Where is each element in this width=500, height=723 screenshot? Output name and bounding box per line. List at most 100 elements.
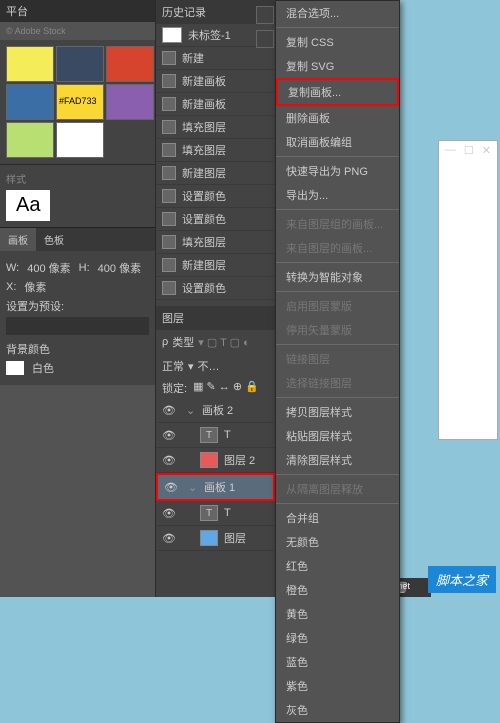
layer-row[interactable]: 👁 TT: [156, 423, 275, 448]
context-menu-item[interactable]: 复制画板...: [276, 78, 399, 106]
context-menu-item: 选择链接图层: [276, 371, 399, 395]
history-item[interactable]: 新建: [156, 47, 275, 70]
history-item[interactable]: 填充图层: [156, 116, 275, 139]
filter-kind[interactable]: 类型: [172, 334, 194, 350]
context-menu-item[interactable]: 红色: [276, 554, 399, 578]
history-item[interactable]: 设置颜色: [156, 277, 275, 300]
context-menu-item[interactable]: 粘贴图层样式: [276, 424, 399, 448]
tab-artboard[interactable]: 画板: [0, 228, 36, 251]
watermark-brand: 脚本之家: [428, 566, 496, 593]
visibility-icon[interactable]: 👁: [162, 532, 174, 545]
history-step-icon: [162, 212, 176, 226]
layer-name[interactable]: T: [224, 429, 231, 441]
style-preview-aa[interactable]: Aa: [6, 190, 50, 221]
shape-layer-thumb: [200, 452, 218, 468]
layer-name[interactable]: 画板 1: [204, 479, 235, 495]
layer-name[interactable]: 画板 2: [202, 402, 233, 418]
context-menu-item[interactable]: 复制 CSS: [276, 30, 399, 54]
swatch[interactable]: [106, 84, 154, 120]
x-value[interactable]: 像素: [24, 279, 46, 295]
visibility-icon[interactable]: 👁: [162, 507, 174, 520]
history-item[interactable]: 设置颜色: [156, 208, 275, 231]
context-menu-item[interactable]: 拷贝图层样式: [276, 400, 399, 424]
collapsed-panel-icon[interactable]: [256, 6, 274, 24]
panel-tabs: 画板 色板: [0, 227, 155, 251]
visibility-icon[interactable]: 👁: [162, 404, 174, 417]
context-menu-item[interactable]: 删除画板: [276, 106, 399, 130]
h-value[interactable]: 400 像素: [98, 260, 141, 276]
tab-swatches[interactable]: 色板: [36, 228, 72, 251]
swatches-grid: #FAD733: [0, 40, 155, 164]
swatch[interactable]: [56, 46, 104, 82]
layer-row[interactable]: 👁 图层 2: [156, 448, 275, 473]
context-menu-item[interactable]: 快速导出为 PNG: [276, 159, 399, 183]
minimize-icon[interactable]: —: [445, 144, 456, 157]
layer-name[interactable]: 图层 2: [224, 452, 255, 468]
chevron-down-icon[interactable]: ⌄: [188, 481, 198, 494]
history-doc-thumb[interactable]: [162, 27, 182, 43]
bg-swatch[interactable]: [6, 361, 24, 375]
chevron-down-icon[interactable]: ⌄: [186, 404, 196, 417]
context-menu-item: 链接图层: [276, 347, 399, 371]
context-menu-item[interactable]: 导出为...: [276, 183, 399, 207]
w-value[interactable]: 400 像素: [27, 260, 70, 276]
history-step-icon: [162, 281, 176, 295]
history-item[interactable]: 设置颜色: [156, 185, 275, 208]
x-label: X:: [6, 281, 16, 293]
context-menu-item[interactable]: 橙色: [276, 578, 399, 602]
swatch[interactable]: [6, 122, 54, 158]
swatch[interactable]: [6, 84, 54, 120]
context-menu-item[interactable]: 绿色: [276, 626, 399, 650]
history-step-icon: [162, 120, 176, 134]
text-layer-icon: T: [200, 427, 218, 443]
context-menu-item[interactable]: 黄色: [276, 602, 399, 626]
history-item[interactable]: 新建图层: [156, 254, 275, 277]
history-item[interactable]: 新建图层: [156, 162, 275, 185]
layers-title: 图层: [162, 313, 184, 325]
history-step-icon: [162, 258, 176, 272]
platform-label: 平台: [0, 0, 155, 22]
visibility-icon[interactable]: 👁: [162, 454, 174, 467]
layer-row[interactable]: 👁 图层: [156, 526, 275, 551]
layer-name[interactable]: 图层: [224, 530, 246, 546]
history-doc[interactable]: 未标签-1: [188, 27, 231, 43]
context-menu-item[interactable]: 灰色: [276, 698, 399, 722]
history-title: 历史记录: [162, 4, 206, 20]
visibility-icon[interactable]: 👁: [164, 481, 176, 494]
swatch[interactable]: [56, 122, 104, 158]
swatch[interactable]: [106, 46, 154, 82]
preset-dropdown[interactable]: [6, 317, 149, 335]
context-menu-item[interactable]: 复制 SVG: [276, 54, 399, 78]
context-menu-item[interactable]: 紫色: [276, 674, 399, 698]
history-item[interactable]: 填充图层: [156, 231, 275, 254]
context-menu-item[interactable]: 转换为智能对象: [276, 265, 399, 289]
bg-value[interactable]: 白色: [32, 360, 54, 376]
history-item[interactable]: 新建画板: [156, 70, 275, 93]
context-menu-item[interactable]: 清除图层样式: [276, 448, 399, 472]
layer-row[interactable]: 👁 ⌄ 画板 2: [156, 398, 275, 423]
context-menu-item[interactable]: 无颜色: [276, 530, 399, 554]
opacity-field[interactable]: 不…: [198, 358, 220, 374]
maximize-icon[interactable]: ☐: [464, 144, 474, 157]
swatch[interactable]: #FAD733: [56, 84, 104, 120]
lock-icons[interactable]: ▦ ✎ ↔ ⊕ 🔒: [193, 380, 259, 396]
background-window: — ☐ ✕: [438, 140, 498, 440]
layer-row[interactable]: 👁 ⌄ 画板 1: [156, 473, 275, 501]
history-item[interactable]: 填充图层: [156, 139, 275, 162]
context-menu-item[interactable]: 取消画板编组: [276, 130, 399, 154]
artboard-props: W:400 像素H:400 像素 X:像素 设置为预设: 背景颜色 白色: [0, 251, 155, 385]
collapsed-panel-icon[interactable]: [256, 30, 274, 48]
context-menu-item[interactable]: 混合选项...: [276, 1, 399, 25]
swatch[interactable]: [6, 46, 54, 82]
layer-name[interactable]: T: [224, 507, 231, 519]
stock-credit: © Adobe Stock: [0, 22, 155, 40]
text-layer-icon: T: [200, 505, 218, 521]
context-menu-item[interactable]: 合并组: [276, 506, 399, 530]
visibility-icon[interactable]: 👁: [162, 429, 174, 442]
h-label: H:: [79, 262, 90, 274]
history-item[interactable]: 新建画板: [156, 93, 275, 116]
context-menu-item[interactable]: 蓝色: [276, 650, 399, 674]
blend-mode[interactable]: 正常: [162, 358, 184, 374]
layer-row[interactable]: 👁 TT: [156, 501, 275, 526]
close-icon[interactable]: ✕: [482, 144, 491, 157]
